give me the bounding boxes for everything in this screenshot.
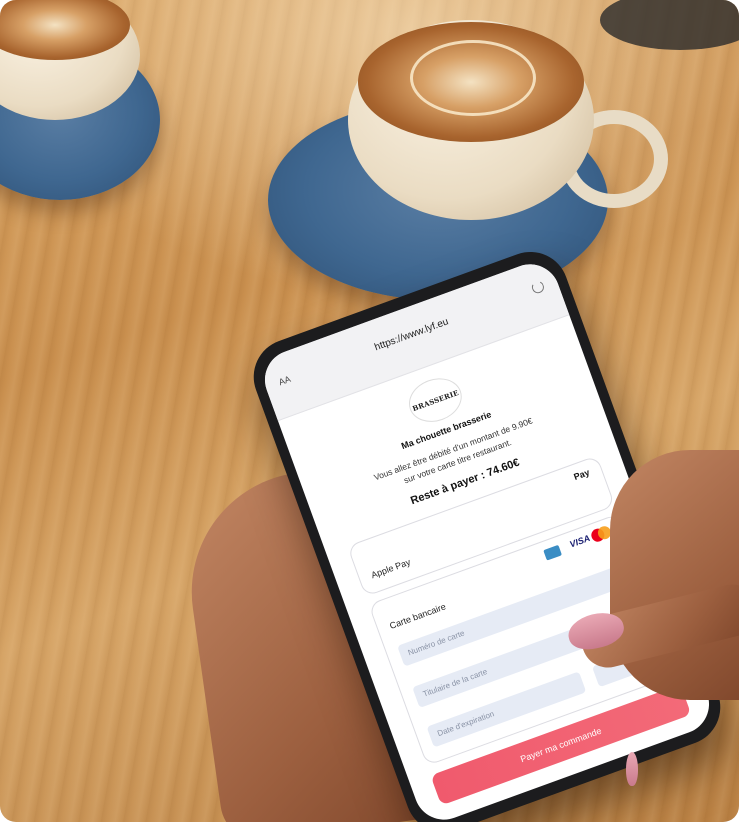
photo-scene: AA https://www.lyf.eu BRASSERIE Ma choue… [0, 0, 739, 822]
pay-order-label: Payer ma commande [518, 725, 603, 765]
visa-icon: VISA [568, 532, 592, 550]
logo-text: BRASSERIE [410, 387, 460, 413]
card-number-placeholder: Numéro de carte [406, 628, 466, 658]
pinky-nail [626, 752, 638, 786]
card-holder-placeholder: Titulaire de la carte [421, 667, 489, 699]
apple-pay-label: Apple Pay [369, 556, 412, 581]
card-label: Carte bancaire [388, 601, 448, 631]
apple-pay-icon: Pay [572, 467, 591, 483]
cb-card-icon [543, 544, 563, 561]
latte-leaf [410, 40, 536, 116]
expiry-date-placeholder: Date d'expiration [436, 709, 496, 739]
